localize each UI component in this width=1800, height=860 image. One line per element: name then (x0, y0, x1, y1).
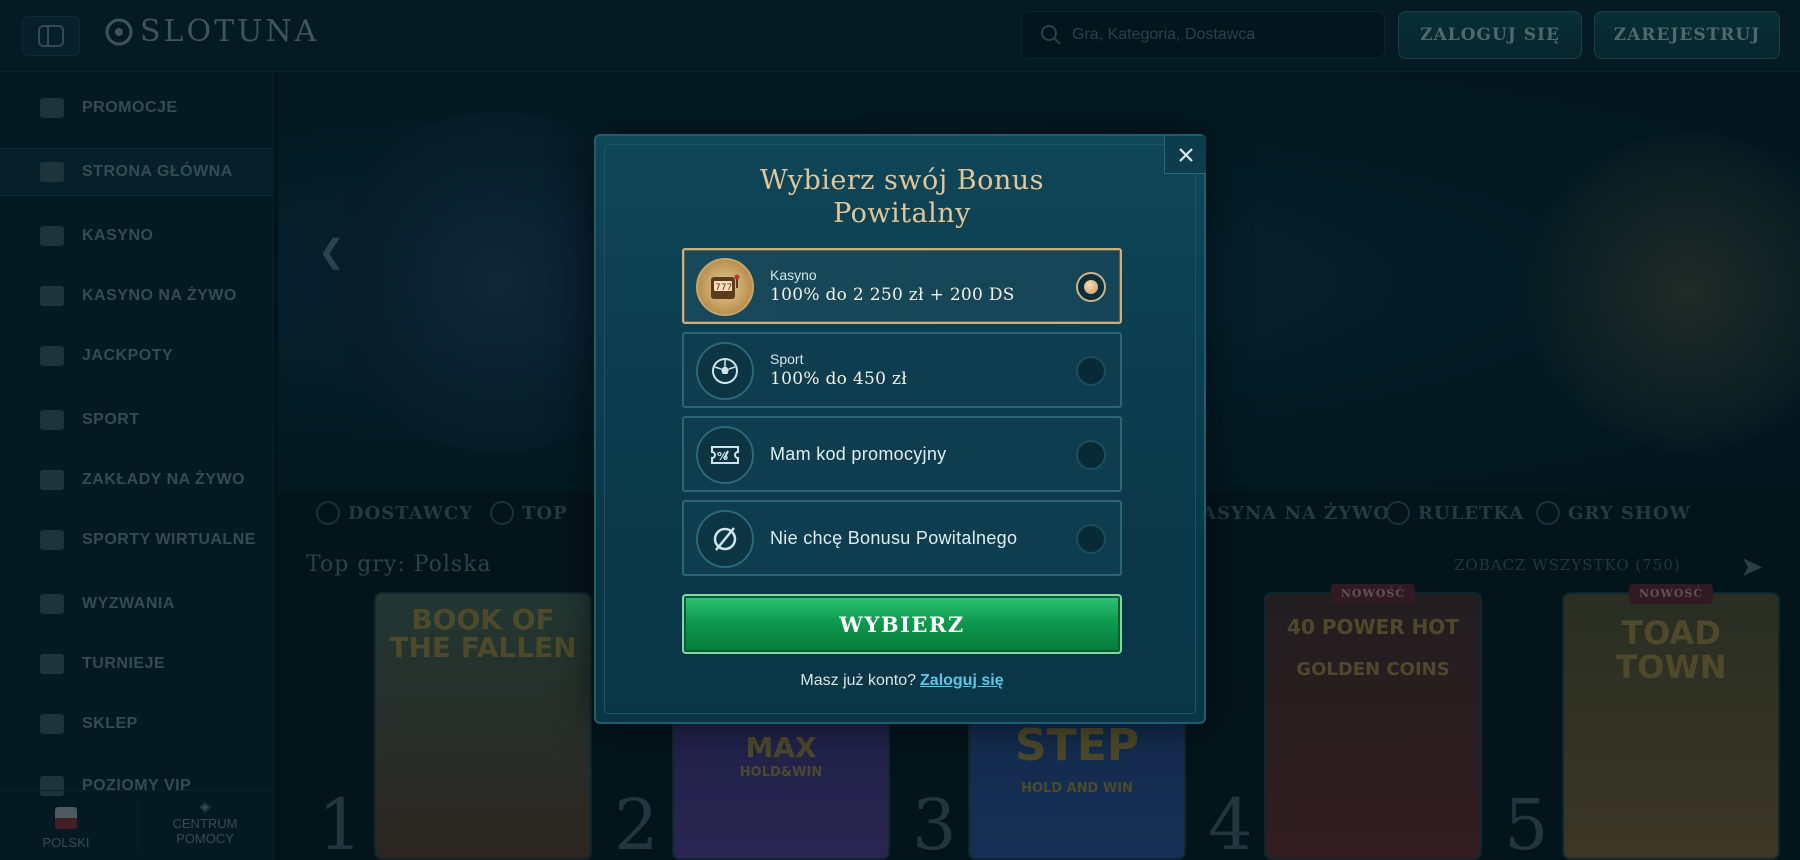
bonus-option-promo-code[interactable]: % Mam kod promocyjny (682, 416, 1122, 492)
slot-machine-icon: 777 (696, 258, 754, 316)
option-text: Sport 100% do 450 zł (770, 334, 907, 406)
svg-text:777: 777 (715, 283, 732, 293)
bonus-option-sport[interactable]: Sport 100% do 450 zł (682, 332, 1122, 408)
modal-title: Wybierz swój Bonus Powitalny (596, 164, 1208, 230)
soccer-ball-icon (696, 342, 754, 400)
bonus-option-no-bonus[interactable]: Nie chcę Bonusu Powitalnego (682, 500, 1122, 576)
bonus-option-kasyno[interactable]: 777 Kasyno 100% do 2 250 zł + 200 DS (682, 248, 1122, 324)
modal-title-line2: Powitalny (833, 198, 971, 229)
option-label: Sport (770, 351, 804, 367)
welcome-bonus-modal: Wybierz swój Bonus Powitalny 777 Kasyno … (594, 134, 1206, 724)
option-label: Kasyno (770, 267, 817, 283)
radio-button[interactable] (1076, 356, 1106, 386)
close-icon (1178, 147, 1193, 162)
svg-text:%: % (717, 450, 728, 463)
option-text: Kasyno 100% do 2 250 zł + 200 DS (770, 250, 1015, 322)
radio-button[interactable] (1076, 272, 1106, 302)
login-prompt-text: Masz już konto? (800, 672, 917, 689)
option-value: Mam kod promocyjny (770, 443, 947, 464)
radio-button[interactable] (1076, 524, 1106, 554)
option-value: 100% do 450 zł (770, 369, 908, 389)
modal-title-line1: Wybierz swój Bonus (760, 165, 1044, 196)
login-prompt: Masz już konto? Zaloguj się (596, 672, 1208, 690)
choose-bonus-button[interactable]: WYBIERZ (682, 594, 1122, 654)
radio-button[interactable] (1076, 440, 1106, 470)
login-link[interactable]: Zaloguj się (920, 672, 1004, 689)
option-text: Nie chcę Bonusu Powitalnego (770, 502, 1017, 574)
option-text: Mam kod promocyjny (770, 418, 946, 490)
option-value: Nie chcę Bonusu Powitalnego (770, 527, 1018, 548)
no-bonus-icon (696, 510, 754, 568)
promo-ticket-icon: % (696, 426, 754, 484)
option-value: 100% do 2 250 zł + 200 DS (770, 285, 1015, 305)
